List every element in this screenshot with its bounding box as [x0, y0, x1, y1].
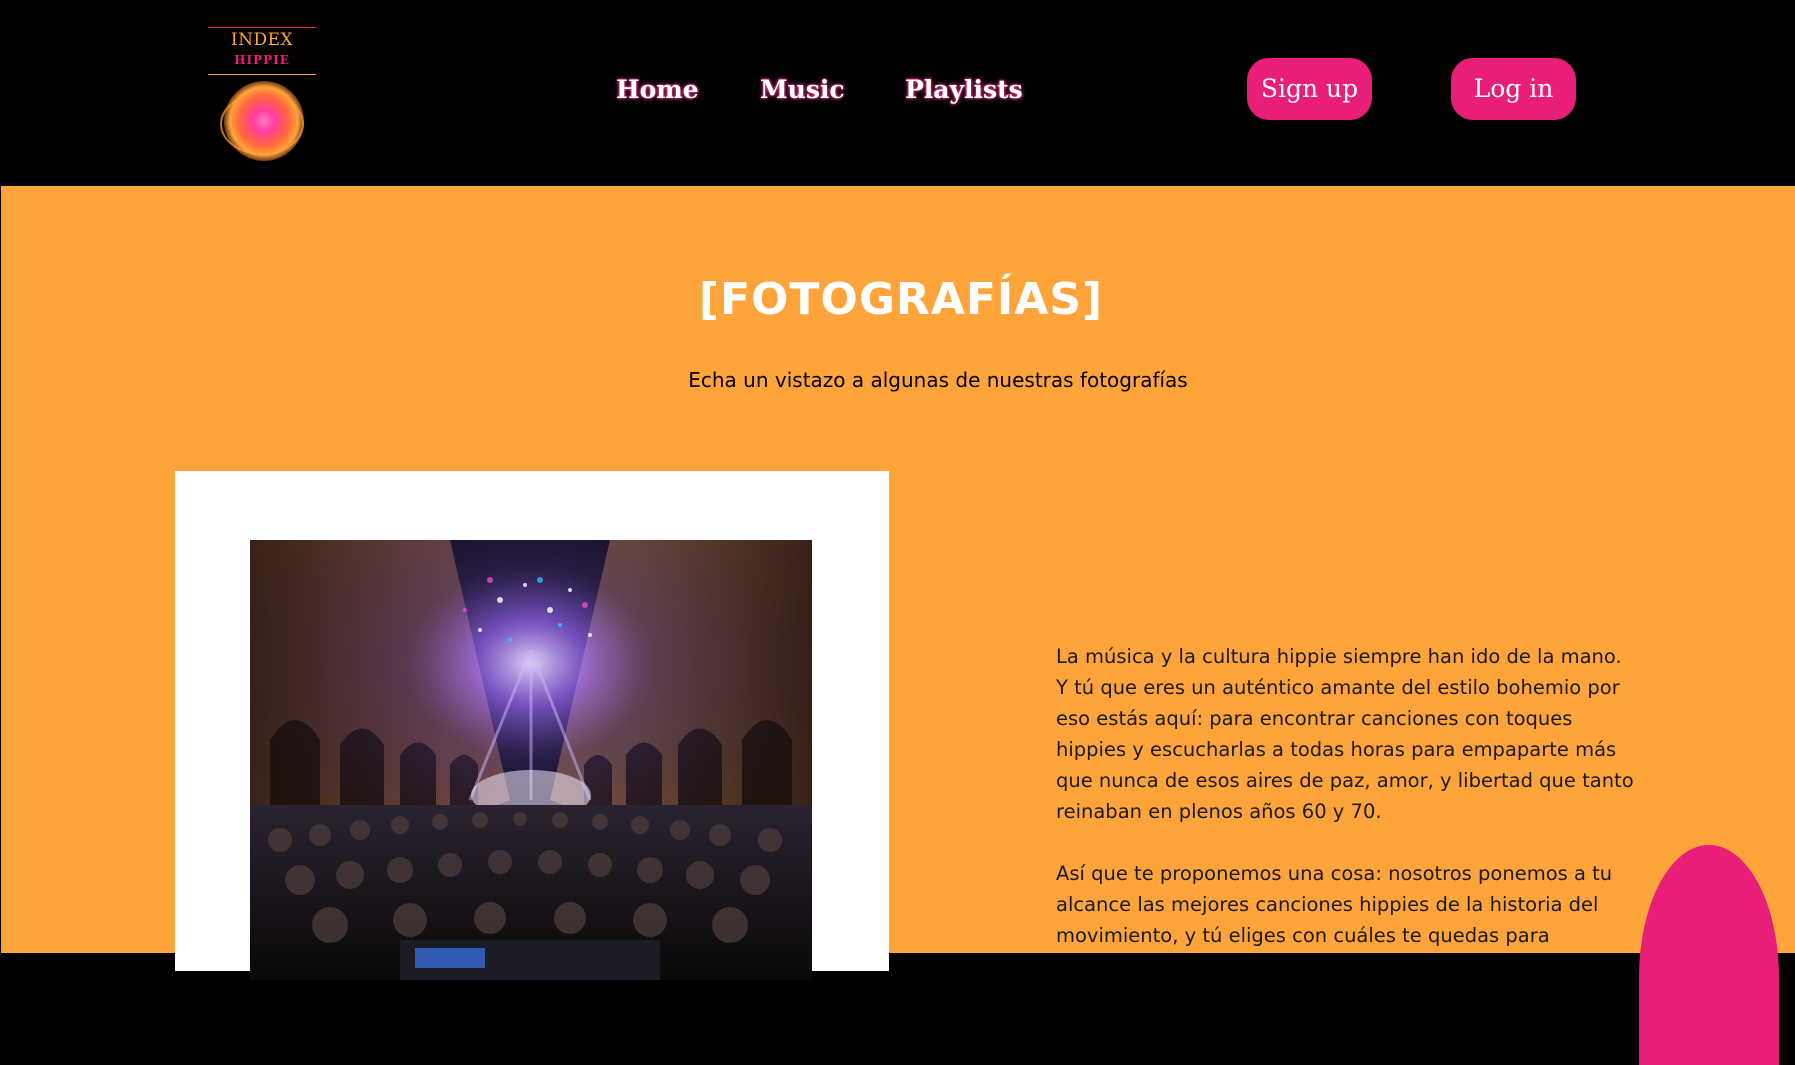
- intro-paragraph: La música y la cultura hippie siempre ha…: [1056, 645, 1634, 823]
- logo-title: INDEX: [230, 30, 294, 50]
- intro-text: La música y la cultura hippie siempre ha…: [1056, 641, 1636, 982]
- signup-button[interactable]: Sign up: [1247, 58, 1372, 120]
- photo-frame: [175, 471, 889, 980]
- site-header: INDEX HIPPIE Home Music Playlists Sign u…: [0, 0, 1795, 186]
- login-button[interactable]: Log in: [1451, 58, 1576, 120]
- intro-paragraph: Así que te proponemos una cosa: nosotros…: [1056, 862, 1613, 947]
- page-title: [FOTOGRAFÍAS]: [698, 274, 1104, 325]
- nav-playlists-link[interactable]: Playlists: [905, 68, 1023, 112]
- page-subtitle: Echa un vistazo a algunas de nuestras fo…: [688, 368, 1188, 392]
- decorative-pink-shape: [1639, 845, 1779, 1065]
- concert-photo: [250, 540, 812, 980]
- nav-music-link[interactable]: Music: [760, 68, 845, 112]
- photos-section: [FOTOGRAFÍAS] Echa un vistazo a algunas …: [1, 186, 1795, 1065]
- nav-home-link[interactable]: Home: [616, 68, 699, 112]
- logo-top-rule: [208, 27, 316, 28]
- concert-photo-illustration: [250, 540, 812, 980]
- logo-subtitle: HIPPIE: [234, 53, 290, 67]
